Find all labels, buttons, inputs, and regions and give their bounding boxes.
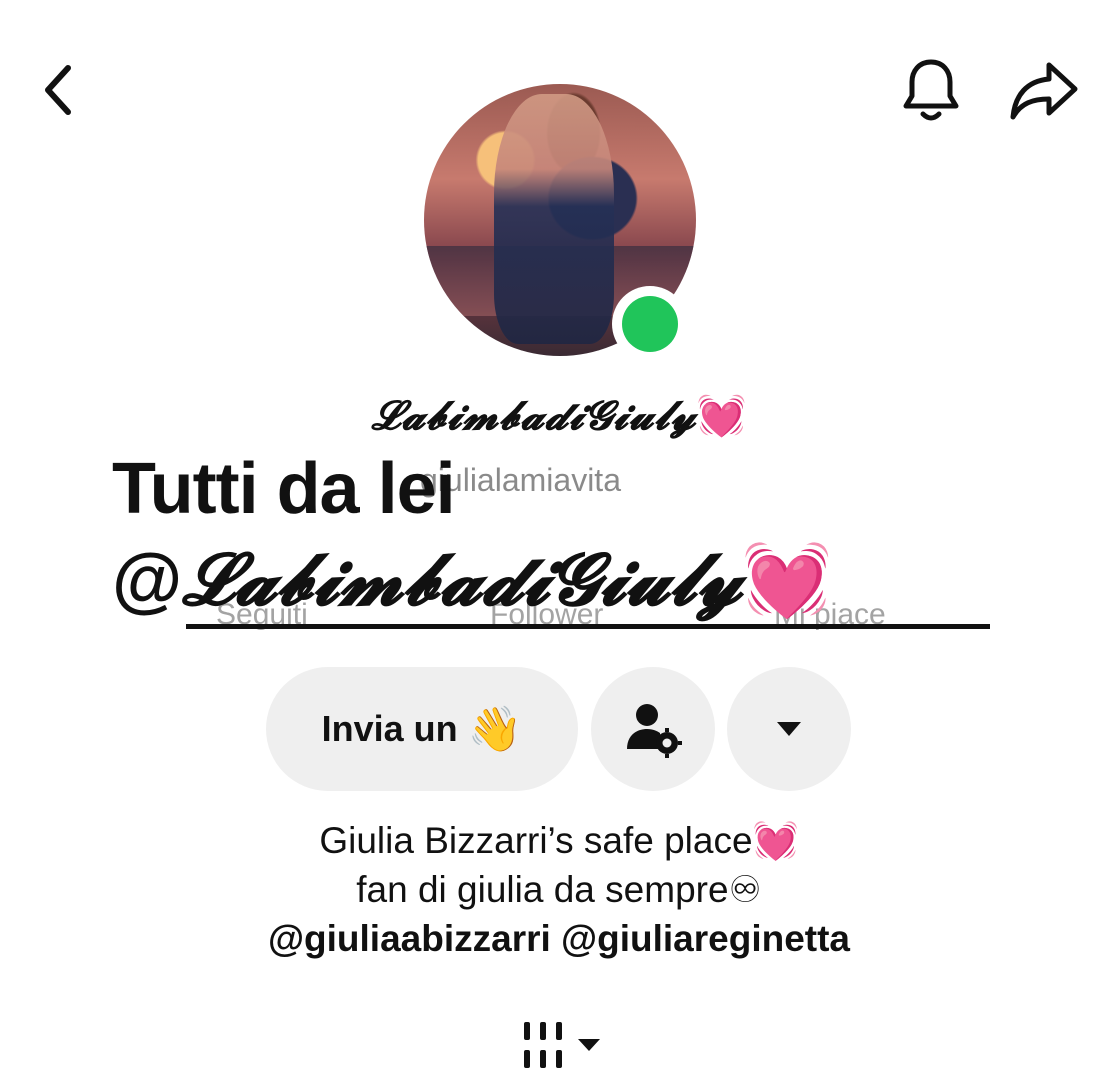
online-status-indicator	[612, 286, 688, 362]
bio-line-1: Giulia Bizzarri’s safe place💓	[319, 820, 799, 861]
bio-line-2: fan di giulia da sempre♾	[356, 869, 762, 910]
caret-down-icon	[578, 1039, 600, 1051]
send-wave-button[interactable]: Invia un 👋	[266, 667, 578, 791]
person-gear-icon	[627, 704, 682, 758]
avatar-figure	[494, 94, 614, 344]
friend-settings-button[interactable]	[591, 667, 715, 791]
share-button[interactable]	[1004, 54, 1084, 126]
wave-emoji-icon: 👋	[467, 705, 523, 754]
caret-down-icon	[777, 722, 801, 736]
grid-bars-icon	[524, 1022, 562, 1068]
bio-mentions[interactable]: @giuliaabizzarri @giuliareginetta	[0, 918, 1118, 960]
share-arrow-icon	[1010, 62, 1078, 120]
back-button[interactable]	[30, 58, 86, 122]
videos-tab[interactable]	[514, 1016, 608, 1074]
notification-button[interactable]	[896, 54, 966, 126]
profile-display-name: 𝓛𝓪𝓫𝓲𝓶𝓫𝓪𝓭𝓲𝓖𝓲𝓾𝓵𝔂💓	[371, 392, 747, 439]
overlay-underline	[186, 624, 990, 629]
more-options-button[interactable]	[727, 667, 851, 791]
send-wave-label: Invia un	[321, 708, 458, 749]
overlay-caption-line2: @𝓛𝓪𝓫𝓲𝓶𝓫𝓪𝓭𝓲𝓖𝓲𝓾𝓵𝔂💓	[112, 536, 833, 621]
chevron-left-icon	[45, 65, 71, 115]
overlay-caption-line1: Tutti da lei	[112, 449, 456, 529]
bell-icon	[903, 59, 959, 121]
